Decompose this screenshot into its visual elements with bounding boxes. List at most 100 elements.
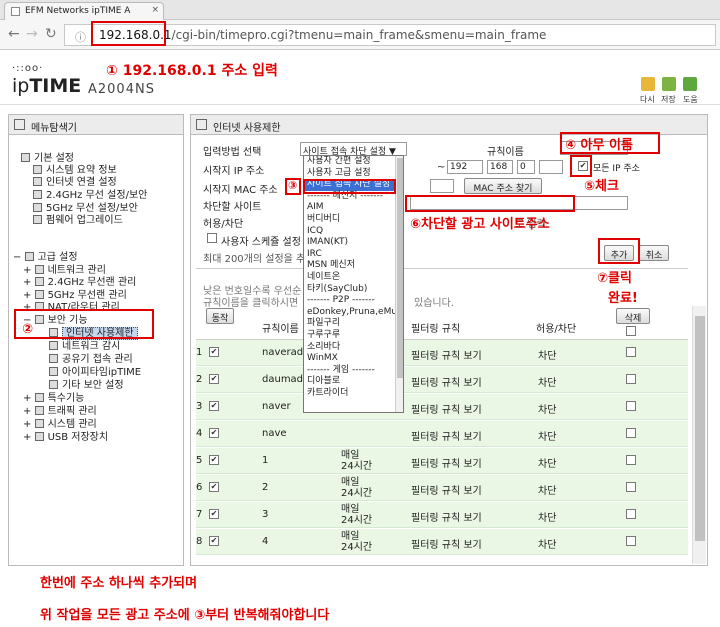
user-schedule-checkbox[interactable]: [207, 233, 217, 243]
dropdown-option[interactable]: 사용자 고급 설정: [304, 168, 403, 180]
rule-name-link[interactable]: naverad: [262, 347, 303, 358]
table-scrollbar-thumb[interactable]: [695, 316, 705, 541]
enable-checkbox[interactable]: ✔: [209, 347, 219, 357]
dropdown-option[interactable]: 사용자 간편 설정: [304, 156, 403, 168]
mac-find-button[interactable]: MAC 주소 찾기: [464, 178, 542, 194]
step3-option-highlight: [303, 179, 396, 194]
click-note: 규칙이름을 클릭하시면: [203, 298, 299, 309]
delete-checkbox[interactable]: [626, 509, 636, 519]
forward-arrow-icon[interactable]: →: [26, 26, 38, 42]
cancel-button[interactable]: 취소: [639, 245, 669, 261]
dropdown-option[interactable]: 버디버디: [304, 214, 403, 226]
folder-icon: [24, 252, 34, 261]
enable-checkbox[interactable]: ✔: [209, 428, 219, 438]
input-method-select[interactable]: 사이트 접속 차단 설정 ▼: [300, 142, 407, 157]
dropdown-option[interactable]: IRC: [304, 249, 403, 261]
table-scrollbar[interactable]: [692, 306, 706, 564]
tree-item-firmware-upgrade[interactable]: 펌웨어 업그레이드: [33, 211, 123, 226]
page-icon: [33, 215, 42, 224]
filter-rule-link[interactable]: 필터링 규칙 보기: [411, 482, 482, 497]
step6-annotation: ⑥차단할 광고 사이트주소: [410, 217, 550, 232]
action-button[interactable]: 동작: [206, 308, 234, 324]
iptime-logo: ipTIME: [12, 75, 82, 97]
end-ip-octet-3[interactable]: 0: [517, 160, 535, 174]
dropdown-option[interactable]: WinMX: [304, 353, 403, 365]
rule-name-link[interactable]: nave: [262, 428, 287, 439]
dropdown-option[interactable]: 네이트온: [304, 272, 403, 284]
delete-checkbox[interactable]: [626, 428, 636, 438]
refresh-icon[interactable]: [641, 77, 655, 91]
delete-checkbox[interactable]: [626, 482, 636, 492]
delete-checkbox[interactable]: [626, 401, 636, 411]
delete-checkbox[interactable]: [626, 347, 636, 357]
dropdown-option[interactable]: 소리바다: [304, 342, 403, 354]
filter-rule-link[interactable]: 필터링 규칙 보기: [411, 374, 482, 389]
enable-checkbox[interactable]: ✔: [209, 536, 219, 546]
bottom-note-1: 한번에 주소 하나씩 추가되며: [40, 576, 198, 591]
select-all-delete-checkbox[interactable]: [626, 326, 636, 336]
end-ip-octet-2[interactable]: 168: [487, 160, 513, 174]
delete-checkbox[interactable]: [626, 455, 636, 465]
user-schedule-label: 사용자 스케쥴 설정: [221, 237, 301, 248]
dropdown-option: ------- 게임 -------: [307, 364, 375, 375]
dropdown-option[interactable]: 파일구리: [304, 318, 403, 330]
dropdown-option[interactable]: 디아블로: [304, 376, 403, 388]
page-icon: [49, 367, 58, 376]
dropdown-option[interactable]: IMAN(KT): [304, 237, 403, 249]
ip-range-separator: ~: [437, 162, 446, 173]
delete-checkbox[interactable]: [626, 374, 636, 384]
page-info-icon[interactable]: ⓘ: [75, 29, 86, 45]
step7-done-annotation: 완료!: [608, 291, 638, 306]
dropdown-option[interactable]: 구루구루: [304, 330, 403, 342]
enable-checkbox[interactable]: ✔: [209, 509, 219, 519]
save-icon[interactable]: [662, 77, 676, 91]
mac-field-5[interactable]: [430, 179, 454, 193]
input-method-label: 입력방법 선택: [203, 147, 262, 158]
rule-name-link[interactable]: daumad: [262, 374, 303, 385]
enable-checkbox[interactable]: ✔: [209, 374, 219, 384]
page-icon: [49, 354, 58, 363]
dropdown-scrollbar-thumb[interactable]: [397, 158, 403, 378]
rule-name-header: 규칙이름: [262, 324, 299, 335]
enable-checkbox[interactable]: ✔: [209, 482, 219, 492]
browser-tab[interactable]: EFM Networks ipTIME A ×: [4, 2, 164, 20]
dropdown-option[interactable]: MSN 메신저: [304, 260, 403, 272]
tree-item-usb[interactable]: + USB 저장장치: [23, 428, 108, 443]
filter-rule-link[interactable]: 필터링 규칙 보기: [411, 347, 482, 362]
rule-name-link[interactable]: 3: [262, 509, 268, 520]
filter-rule-link[interactable]: 필터링 규칙 보기: [411, 536, 482, 551]
rule-name-link[interactable]: naver: [262, 401, 291, 412]
refresh-label: 다시: [640, 95, 655, 104]
dropdown-option[interactable]: 카트라이더: [304, 388, 403, 400]
back-arrow-icon[interactable]: ←: [8, 26, 20, 42]
close-tab-icon[interactable]: ×: [151, 5, 159, 15]
page-icon: [49, 380, 58, 389]
rule-name-link[interactable]: 1: [262, 455, 268, 466]
end-ip-octet-4[interactable]: [539, 160, 563, 174]
filter-rule-link[interactable]: 필터링 규칙 보기: [411, 509, 482, 524]
dropdown-option[interactable]: eDonkey,Pruna,eMule: [304, 307, 403, 319]
dropdown-option[interactable]: ICQ: [304, 226, 403, 238]
delete-checkbox[interactable]: [626, 536, 636, 546]
enable-checkbox[interactable]: ✔: [209, 455, 219, 465]
dropdown-option[interactable]: AIM: [304, 202, 403, 214]
rule-name-link[interactable]: 2: [262, 482, 268, 493]
delete-button[interactable]: 삭제: [616, 308, 650, 324]
dropdown-scrollbar[interactable]: [395, 156, 403, 412]
filter-rule-link[interactable]: 필터링 규칙 보기: [411, 401, 482, 416]
rule-name-link[interactable]: 4: [262, 536, 268, 547]
page-icon: [196, 119, 207, 130]
filter-rule-link[interactable]: 필터링 규칙 보기: [411, 455, 482, 470]
enable-checkbox[interactable]: ✔: [209, 401, 219, 411]
dropdown-option[interactable]: 타키(SayClub): [304, 284, 403, 296]
filter-rule-link[interactable]: 필터링 규칙 보기: [411, 428, 482, 443]
step7-box: [598, 238, 640, 264]
start-mac-label: 시작지 MAC 주소: [203, 185, 278, 196]
block-site-label: 차단할 사이트: [203, 202, 262, 213]
help-icon[interactable]: [683, 77, 697, 91]
max-rules-text: 최대 200개의 설정을 추가: [203, 254, 315, 265]
reload-icon[interactable]: ↻: [45, 26, 57, 42]
table-row: 3 ✔ naver 필터링 규칙 보기 차단: [196, 394, 688, 420]
wireless-icon: [34, 277, 44, 286]
end-ip-octet-1[interactable]: 192: [447, 160, 483, 174]
